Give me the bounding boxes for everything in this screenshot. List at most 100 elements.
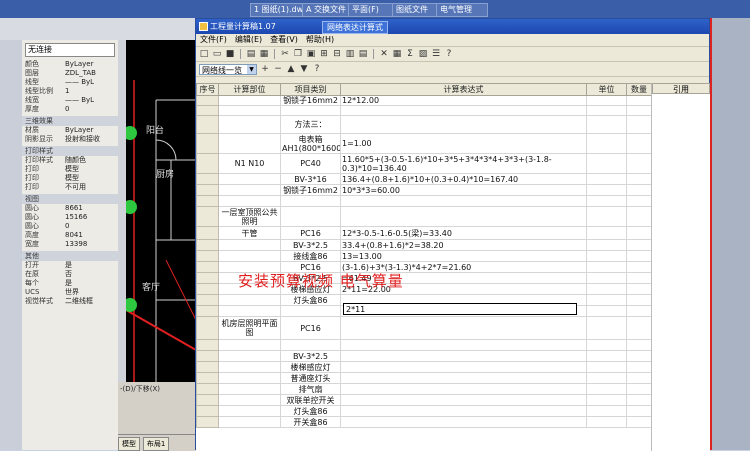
cell[interactable] <box>586 195 627 207</box>
table-row[interactable] <box>196 195 651 207</box>
cell[interactable] <box>586 206 627 227</box>
cell[interactable] <box>196 226 219 240</box>
cell[interactable] <box>586 115 627 134</box>
cell[interactable] <box>196 239 219 251</box>
cell-expr[interactable]: 1=1.00 <box>340 133 587 154</box>
prop-section-misc[interactable]: 其他 <box>22 251 118 261</box>
cell-expr[interactable] <box>340 206 587 227</box>
cell-loc[interactable]: 干管 <box>218 226 281 240</box>
prop-row[interactable]: 圆心 0 <box>22 222 118 231</box>
cell-loc[interactable] <box>218 294 281 306</box>
grid-icon[interactable]: ▥ <box>345 49 355 59</box>
cell-cat[interactable]: 开关盒86 <box>280 416 341 428</box>
prop-row[interactable]: 打印 不可用 <box>22 183 118 192</box>
cell[interactable] <box>196 95 219 106</box>
cell[interactable] <box>586 283 627 295</box>
cell-expr[interactable] <box>340 372 587 384</box>
cell[interactable] <box>626 394 651 406</box>
up-icon[interactable]: ▲ <box>286 64 296 74</box>
prop-row[interactable]: 线型 —— ByL <box>22 78 118 87</box>
prop-row[interactable]: 打印样式 随颜色 <box>22 156 118 165</box>
prop-section-view[interactable]: 视图 <box>22 194 118 204</box>
cell-expr[interactable] <box>340 105 587 116</box>
tab-layout1[interactable]: 布局1 <box>142 437 170 451</box>
subwindow-tab[interactable]: 网络表达计算式 <box>322 21 388 34</box>
cell-expr[interactable] <box>340 394 587 406</box>
cell-loc[interactable] <box>218 173 281 185</box>
prop-row[interactable]: 图层 ZDL_TAB <box>22 69 118 78</box>
table-row[interactable]: 钢锁子16mm2 12*12.00 <box>196 95 651 106</box>
cad-top-tab-5[interactable]: 电气管理 <box>436 3 488 17</box>
cell[interactable] <box>586 394 627 406</box>
cell[interactable] <box>196 372 219 384</box>
cell[interactable] <box>586 339 627 351</box>
table-row[interactable]: BV-3*2.5 33.4+(0.8+1.6)*2=38.20 <box>196 239 651 251</box>
window-titlebar[interactable]: 工程量计算稿1.07 网络表达计算式 <box>196 19 709 34</box>
prop-row[interactable]: 打印 模型 <box>22 165 118 174</box>
cell-loc[interactable]: 机房层照明平面图 <box>218 316 281 340</box>
cell[interactable] <box>196 153 219 174</box>
cell-cat[interactable] <box>280 305 341 317</box>
cell[interactable] <box>196 316 219 340</box>
open-folder-icon[interactable]: ▭ <box>212 49 222 59</box>
cell-loc[interactable] <box>218 350 281 362</box>
menu-file[interactable]: 文件(F) <box>200 34 227 46</box>
cell[interactable] <box>586 105 627 116</box>
table-row[interactable]: 排气扇 <box>196 383 651 395</box>
cell-cat[interactable]: BV-3*16 <box>280 173 341 185</box>
cell-expr[interactable] <box>340 195 587 207</box>
cell[interactable] <box>586 383 627 395</box>
cell[interactable] <box>626 339 651 351</box>
prop-row[interactable]: 圆心 15166 <box>22 213 118 222</box>
table-row[interactable]: 开关盒86 <box>196 416 651 428</box>
cell[interactable] <box>626 184 651 196</box>
prop-row[interactable]: 打印 模型 <box>22 174 118 183</box>
table-row[interactable]: 干管 PC16 12*3-0.5-1.6-0.5(梁)=33.40 <box>196 226 651 240</box>
cad-drawing-canvas[interactable]: 阳台 厨房 客厅 <box>126 40 196 435</box>
cell[interactable] <box>196 261 219 273</box>
new-file-icon[interactable]: □ <box>199 49 209 59</box>
col-header-expression[interactable]: 计算表达式 <box>340 83 587 96</box>
cell[interactable] <box>586 272 627 284</box>
cell[interactable] <box>586 173 627 185</box>
cell-loc[interactable] <box>218 195 281 207</box>
prop-row[interactable]: 打开 是 <box>22 261 118 270</box>
col-header-unit[interactable]: 单位 <box>586 83 627 96</box>
col-header-location[interactable]: 计算部位 <box>218 83 281 96</box>
cell-cat[interactable]: 电表箱AH1(800*1600*200) <box>280 133 341 154</box>
preview-icon[interactable]: ▦ <box>259 49 269 59</box>
prop-row[interactable]: 在原 否 <box>22 270 118 279</box>
cell[interactable] <box>586 416 627 428</box>
cell[interactable] <box>196 195 219 207</box>
cell-loc[interactable] <box>218 95 281 106</box>
cell-loc[interactable] <box>218 383 281 395</box>
cell[interactable] <box>196 133 219 154</box>
cell-loc[interactable] <box>218 372 281 384</box>
cell-loc[interactable] <box>218 361 281 373</box>
cell-loc[interactable] <box>218 405 281 417</box>
cell[interactable] <box>626 361 651 373</box>
cell-edit-input[interactable]: 2*11 <box>343 303 577 315</box>
table-row[interactable]: 接线盒86 13=13.00 <box>196 250 651 262</box>
cell[interactable] <box>586 405 627 417</box>
prop-section-plot[interactable]: 打印样式 <box>22 146 118 156</box>
prop-row[interactable]: 线宽 —— ByL <box>22 96 118 105</box>
cell[interactable] <box>586 261 627 273</box>
delete-icon[interactable]: ✕ <box>379 49 389 59</box>
cell-loc[interactable] <box>218 133 281 154</box>
table-row[interactable]: 机房层照明平面图 PC16 <box>196 316 651 340</box>
cell[interactable] <box>196 250 219 262</box>
cell[interactable] <box>196 294 219 306</box>
cell-cat[interactable]: 接线盒86 <box>280 250 341 262</box>
cell-expr[interactable]: 136.4+(0.8+1.6)*10+(0.3+0.4)*10=167.40 <box>340 173 587 185</box>
cell[interactable] <box>626 115 651 134</box>
cell-expr[interactable]: 33.4+(0.8+1.6)*2=38.20 <box>340 239 587 251</box>
cell[interactable] <box>626 405 651 417</box>
cell[interactable] <box>626 153 651 174</box>
cell-cat[interactable]: 普通座灯头 <box>280 372 341 384</box>
cell-cat[interactable]: 方法三： <box>280 115 341 134</box>
cell[interactable] <box>586 95 627 106</box>
cell-cat[interactable]: 灯头盒86 <box>280 405 341 417</box>
table-row[interactable] <box>196 339 651 351</box>
cell[interactable] <box>626 105 651 116</box>
